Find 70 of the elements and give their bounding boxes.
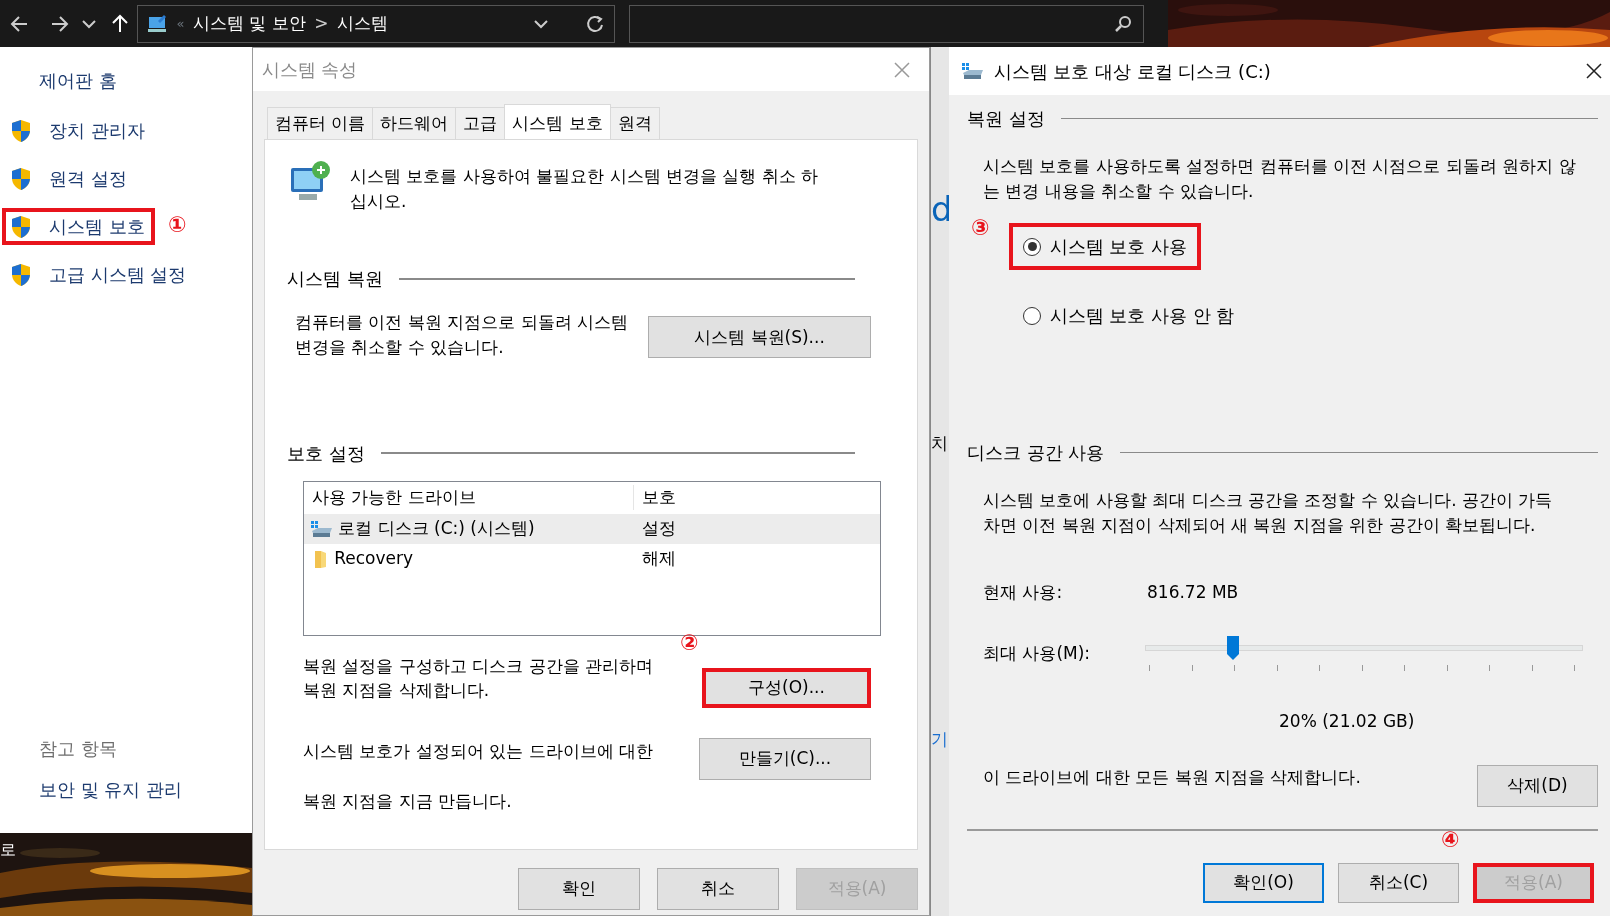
sidebar-link[interactable]: 원격 설정 bbox=[2, 160, 137, 197]
description-text: 시스템 보호에 사용할 최대 디스크 공간을 조정할 수 있습니다. 공간이 가득 차면 이전 복원 지점이 삭제되어 새 복원 지점을 위한 공간이 확보됩니다. bbox=[983, 489, 1554, 537]
table-cell-text: Recovery bbox=[334, 546, 414, 570]
sidebar-link[interactable]: 고급 시스템 설정 bbox=[2, 256, 197, 293]
dialog-button[interactable]: 확인 bbox=[518, 868, 640, 910]
partial-text: 치 bbox=[931, 432, 948, 455]
section-heading: 참고 항목 bbox=[39, 737, 118, 761]
table-cell-text: 해제 bbox=[641, 546, 676, 570]
table-cell-text: 로컬 디스크 (C:) (시스템) bbox=[338, 516, 535, 540]
description-text: 복원 설정을 구성하고 디스크 공간을 관리하며 복원 지점을 삭제합니다. bbox=[303, 654, 655, 703]
column-header[interactable]: 보호 bbox=[634, 484, 676, 511]
column-header[interactable]: 사용 가능한 드라이브 bbox=[304, 484, 634, 511]
slider-thumb[interactable] bbox=[1226, 635, 1241, 662]
dialog-button[interactable]: 취소(C) bbox=[1338, 862, 1459, 903]
step-number: ② bbox=[680, 631, 699, 654]
window-title: 시스템 보호 대상 로컬 디스크 (C:) bbox=[993, 59, 1271, 84]
shield-icon bbox=[10, 118, 32, 143]
shield-icon bbox=[10, 214, 32, 239]
step-number: ① bbox=[168, 214, 187, 236]
window-title: 시스템 속성 bbox=[261, 58, 358, 82]
description-text: 이 드라이브에 대한 모든 복원 지점을 삭제합니다. bbox=[983, 765, 1361, 789]
configure-button[interactable]: 구성(O)... bbox=[702, 667, 871, 708]
overflow-chevron[interactable]: « bbox=[176, 13, 185, 34]
radio-option[interactable]: 시스템 보호 사용 안 함 bbox=[1009, 292, 1249, 340]
drive-icon bbox=[961, 61, 985, 81]
partial-link[interactable]: 기 bbox=[931, 726, 948, 752]
sidebar-link[interactable]: 장치 관리자 bbox=[2, 112, 155, 149]
dialog-button[interactable]: 확인(O) bbox=[1203, 862, 1324, 903]
group-title: 시스템 복원 bbox=[287, 267, 383, 292]
breadcrumb-item[interactable]: 시스템 bbox=[337, 10, 389, 37]
tab[interactable]: 시스템 보호 bbox=[504, 103, 611, 139]
see-also-link[interactable]: 보안 및 유지 관리 bbox=[39, 776, 252, 803]
system-restore-button[interactable]: 시스템 복원(S)... bbox=[648, 316, 871, 359]
description-text: 시스템 보호를 사용하도록 설정하면 컴퓨터를 이전 시점으로 되돌려 원하지 않는 변경 내용을 취소할 수 있습니다. bbox=[983, 155, 1577, 203]
close-icon[interactable] bbox=[1584, 61, 1604, 81]
desktop-label: 로 bbox=[0, 839, 16, 861]
breadcrumb-separator: > bbox=[314, 11, 329, 35]
delete-button[interactable]: 삭제(D) bbox=[1477, 764, 1598, 807]
group-title: 복원 설정 bbox=[967, 107, 1045, 131]
tab[interactable]: 컴퓨터 이름 bbox=[267, 106, 374, 139]
drive-row[interactable]: 로컬 디스크 (C:) (시스템) 설정 bbox=[304, 513, 880, 544]
field-label: 현재 사용: bbox=[983, 580, 1064, 604]
shield-icon bbox=[10, 166, 32, 191]
group-title: 디스크 공간 사용 bbox=[967, 441, 1105, 466]
search-field[interactable] bbox=[628, 4, 1144, 43]
address-bar[interactable]: « 시스템 및 보안 > 시스템 bbox=[136, 4, 615, 43]
home-link[interactable]: 제어판 홈 bbox=[39, 67, 252, 94]
shield-icon bbox=[10, 262, 32, 287]
description-text: 시스템 보호가 설정되어 있는 드라이브에 대한 복원 지점을 지금 만듭니다. bbox=[303, 739, 655, 813]
partial-text: d bbox=[931, 192, 949, 226]
field-value: 816.72 MB bbox=[1147, 580, 1239, 604]
table-cell-text: 설정 bbox=[641, 516, 676, 540]
step-number: ④ bbox=[1441, 828, 1460, 851]
drive-icon bbox=[310, 518, 334, 539]
tab[interactable]: 원격 bbox=[609, 106, 660, 139]
slider[interactable] bbox=[1145, 633, 1583, 674]
intro-text: 시스템 보호를 사용하여 불필요한 시스템 변경을 실행 취소 하십시오. bbox=[350, 165, 820, 213]
group-title: 보호 설정 bbox=[287, 441, 365, 466]
description-text: 컴퓨터를 이전 복원 지점으로 되돌려 시스템 변경을 취소할 수 있습니다. bbox=[295, 311, 630, 359]
step-number: ③ bbox=[971, 217, 990, 240]
computer-icon bbox=[146, 12, 168, 35]
search-icon bbox=[1114, 13, 1134, 34]
slider-reading: 20% (21.02 GB) bbox=[1279, 710, 1416, 734]
create-button[interactable]: 만들기(C)... bbox=[699, 737, 871, 780]
drive-row[interactable]: Recovery 해제 bbox=[304, 543, 880, 574]
breadcrumb-item[interactable]: 시스템 및 보안 bbox=[192, 10, 306, 37]
dialog-button[interactable]: 취소 bbox=[657, 868, 779, 910]
radio-option[interactable]: 시스템 보호 사용 bbox=[1009, 223, 1201, 271]
field-label: 최대 사용(M): bbox=[983, 642, 1092, 666]
refresh-icon[interactable] bbox=[585, 13, 605, 34]
